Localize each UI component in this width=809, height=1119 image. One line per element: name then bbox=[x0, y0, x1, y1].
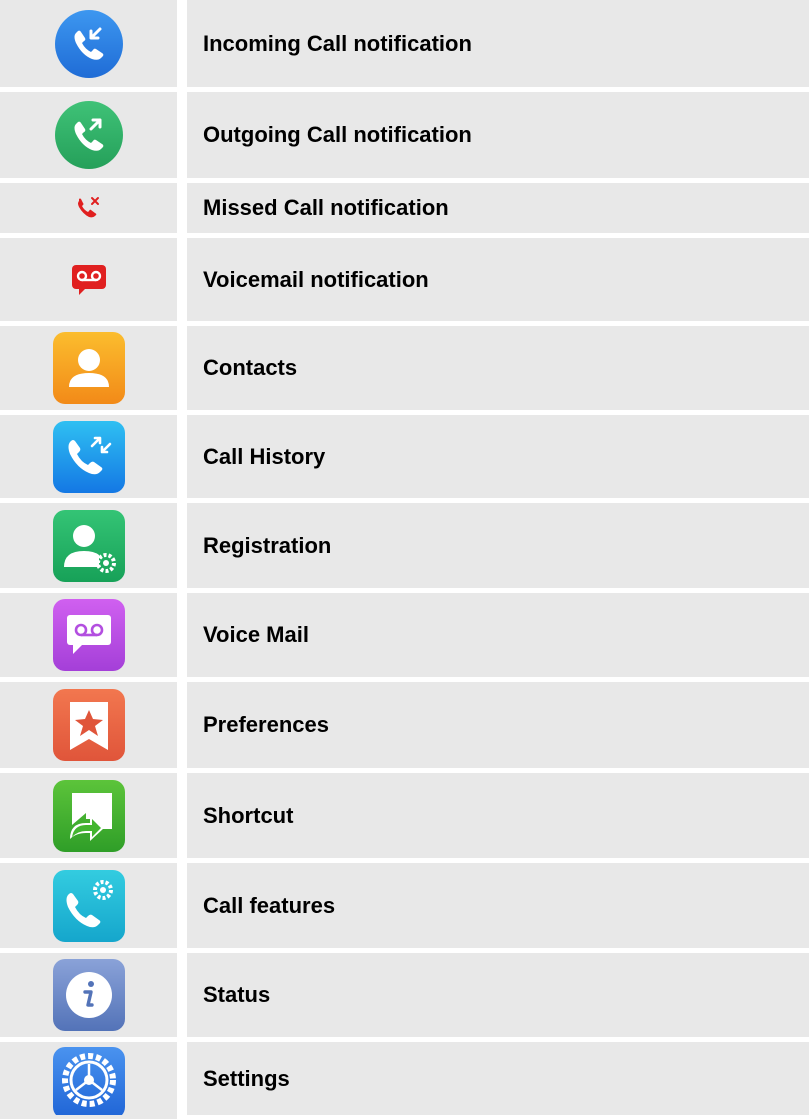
outgoing-call-icon bbox=[54, 101, 123, 169]
icon-cell bbox=[0, 682, 177, 768]
icon-cell bbox=[0, 1042, 177, 1119]
row-label: Status bbox=[203, 982, 271, 1007]
icon-cell bbox=[0, 953, 177, 1037]
icon-cell bbox=[0, 238, 177, 321]
label-cell: Call features bbox=[187, 863, 809, 948]
icon-cell bbox=[0, 773, 177, 858]
row-label: Settings bbox=[203, 1065, 290, 1091]
row-label: Preferences bbox=[203, 712, 329, 737]
table-row: Outgoing Call notification bbox=[0, 92, 809, 178]
missed-call-icon bbox=[77, 197, 99, 218]
label-cell: Preferences bbox=[187, 682, 809, 768]
row-label: Missed Call notification bbox=[203, 195, 449, 220]
icon-cell bbox=[0, 593, 177, 677]
label-cell: Settings bbox=[187, 1042, 809, 1115]
table-row: Missed Call notification bbox=[0, 183, 809, 233]
incoming-call-icon bbox=[54, 9, 123, 78]
label-cell: Voicemail notification bbox=[187, 238, 809, 321]
table-row: Contacts bbox=[0, 326, 809, 410]
table-row: Registration bbox=[0, 503, 809, 588]
icon-cell bbox=[0, 183, 177, 233]
icon-cell bbox=[0, 92, 177, 178]
icon-cell bbox=[0, 326, 177, 410]
registration-icon bbox=[52, 509, 125, 582]
voice-mail-icon bbox=[52, 599, 125, 671]
table-row: Shortcut bbox=[0, 773, 809, 858]
label-cell: Registration bbox=[187, 503, 809, 588]
row-label: Registration bbox=[203, 532, 332, 558]
label-cell: Shortcut bbox=[187, 773, 809, 858]
icon-cell bbox=[0, 863, 177, 948]
table-row: Settings bbox=[0, 1042, 809, 1119]
icon-cell bbox=[0, 0, 177, 87]
label-cell: Voice Mail bbox=[187, 593, 809, 677]
label-cell: Call History bbox=[187, 415, 809, 498]
row-label: Outgoing Call notification bbox=[203, 122, 472, 147]
table-row: Preferences bbox=[0, 682, 809, 768]
table-row: Call features bbox=[0, 863, 809, 948]
label-cell: Contacts bbox=[187, 326, 809, 410]
row-label: Incoming Call notification bbox=[203, 30, 472, 56]
table-row: Status bbox=[0, 953, 809, 1037]
table-row: Incoming Call notification bbox=[0, 0, 809, 87]
status-icon bbox=[52, 959, 125, 1031]
row-label: Voice Mail bbox=[203, 622, 309, 647]
settings-icon bbox=[52, 1047, 125, 1115]
call-features-icon bbox=[52, 869, 125, 942]
row-label: Call History bbox=[203, 443, 326, 469]
icon-cell bbox=[0, 415, 177, 498]
table-row: Voice Mail bbox=[0, 593, 809, 677]
contacts-icon bbox=[52, 332, 125, 404]
call-history-icon bbox=[52, 420, 125, 493]
shortcut-icon bbox=[52, 779, 125, 852]
icon-cell bbox=[0, 503, 177, 588]
table-row: Voicemail notification bbox=[0, 238, 809, 321]
preferences-icon bbox=[52, 689, 125, 761]
row-label: Contacts bbox=[203, 355, 298, 380]
row-label: Call features bbox=[203, 892, 336, 918]
label-cell: Outgoing Call notification bbox=[187, 92, 809, 178]
row-label: Shortcut bbox=[203, 802, 294, 828]
label-cell: Missed Call notification bbox=[187, 183, 809, 233]
table-row: Call History bbox=[0, 415, 809, 498]
voicemail-notification-icon bbox=[71, 264, 106, 295]
row-label: Voicemail notification bbox=[203, 266, 429, 292]
icon-legend-table: Incoming Call notification Outgoing Call… bbox=[0, 0, 809, 1119]
label-cell: Status bbox=[187, 953, 809, 1037]
label-cell: Incoming Call notification bbox=[187, 0, 809, 87]
